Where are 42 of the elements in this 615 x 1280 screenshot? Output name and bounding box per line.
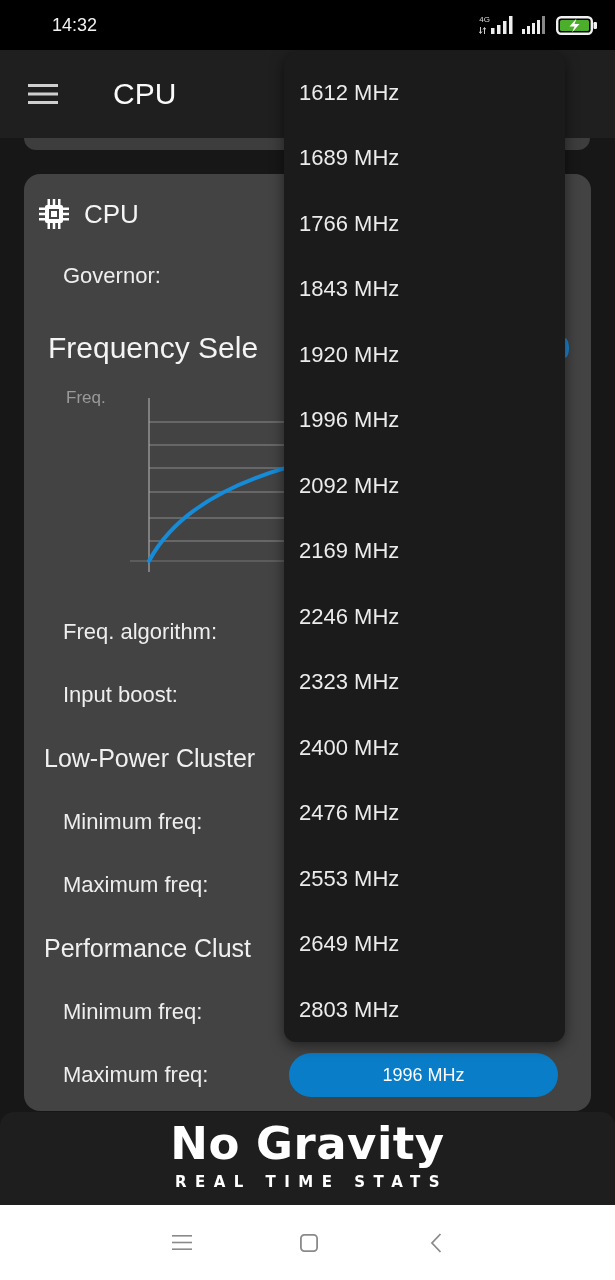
cluster-heading: Low-Power Cluster — [44, 745, 256, 771]
setting-label: Freq. algorithm: — [63, 620, 218, 643]
network-type-label: 4G — [479, 16, 490, 24]
dropdown-option[interactable]: 2246 MHz — [284, 584, 565, 650]
setting-label: Minimum freq: — [63, 1000, 203, 1023]
dropdown-option[interactable]: 2400 MHz — [284, 715, 565, 781]
signal-icon — [522, 16, 547, 34]
setting-label: Minimum freq: — [63, 810, 203, 833]
app-bar-title: CPU — [113, 79, 177, 109]
signal-icon — [491, 16, 514, 34]
chip-icon — [38, 198, 70, 230]
dropdown-option[interactable]: 1920 MHz — [284, 322, 565, 388]
dropdown-option[interactable]: 2092 MHz — [284, 453, 565, 519]
setting-label: Maximum freq: — [63, 873, 209, 896]
dropdown-option[interactable]: 2803 MHz — [284, 977, 565, 1043]
logo-text: No Gravity — [170, 1121, 445, 1166]
setting-label: Input boost: — [63, 683, 178, 706]
data-arrows-icon — [479, 27, 487, 34]
dropdown-option[interactable]: 2476 MHz — [284, 780, 565, 846]
section-title: Frequency Sele — [48, 333, 259, 363]
dropdown-option[interactable]: 1996 MHz — [284, 387, 565, 453]
card-title: CPU — [84, 201, 139, 227]
setting-label: Maximum freq: — [63, 1063, 209, 1086]
home-icon[interactable] — [300, 1233, 318, 1252]
setting-label: Governor: — [63, 264, 161, 287]
dropdown-option[interactable]: 1612 MHz — [284, 60, 565, 126]
dropdown-option[interactable]: 1843 MHz — [284, 256, 565, 322]
dropdown-option[interactable]: 2553 MHz — [284, 846, 565, 912]
dropdown-option[interactable]: 1689 MHz — [284, 125, 565, 191]
axis-label: Freq. — [66, 388, 107, 409]
battery-charging-icon — [556, 15, 597, 35]
status-time: 14:32 — [52, 16, 98, 34]
recent-apps-icon[interactable] — [172, 1235, 192, 1250]
dropdown-option[interactable]: 2169 MHz — [284, 518, 565, 584]
dropdown-option[interactable]: 1766 MHz — [284, 191, 565, 257]
back-icon[interactable] — [430, 1232, 442, 1253]
dropdown-option[interactable]: 2649 MHz — [284, 911, 565, 977]
menu-icon[interactable] — [28, 84, 58, 104]
cluster-heading: Performance Clust — [44, 935, 252, 961]
tagline-text: REAL TIME STATS — [173, 1175, 449, 1190]
dropdown-option[interactable]: 2323 MHz — [284, 649, 565, 715]
frequency-value-button[interactable]: 1996 MHz — [289, 1052, 558, 1097]
